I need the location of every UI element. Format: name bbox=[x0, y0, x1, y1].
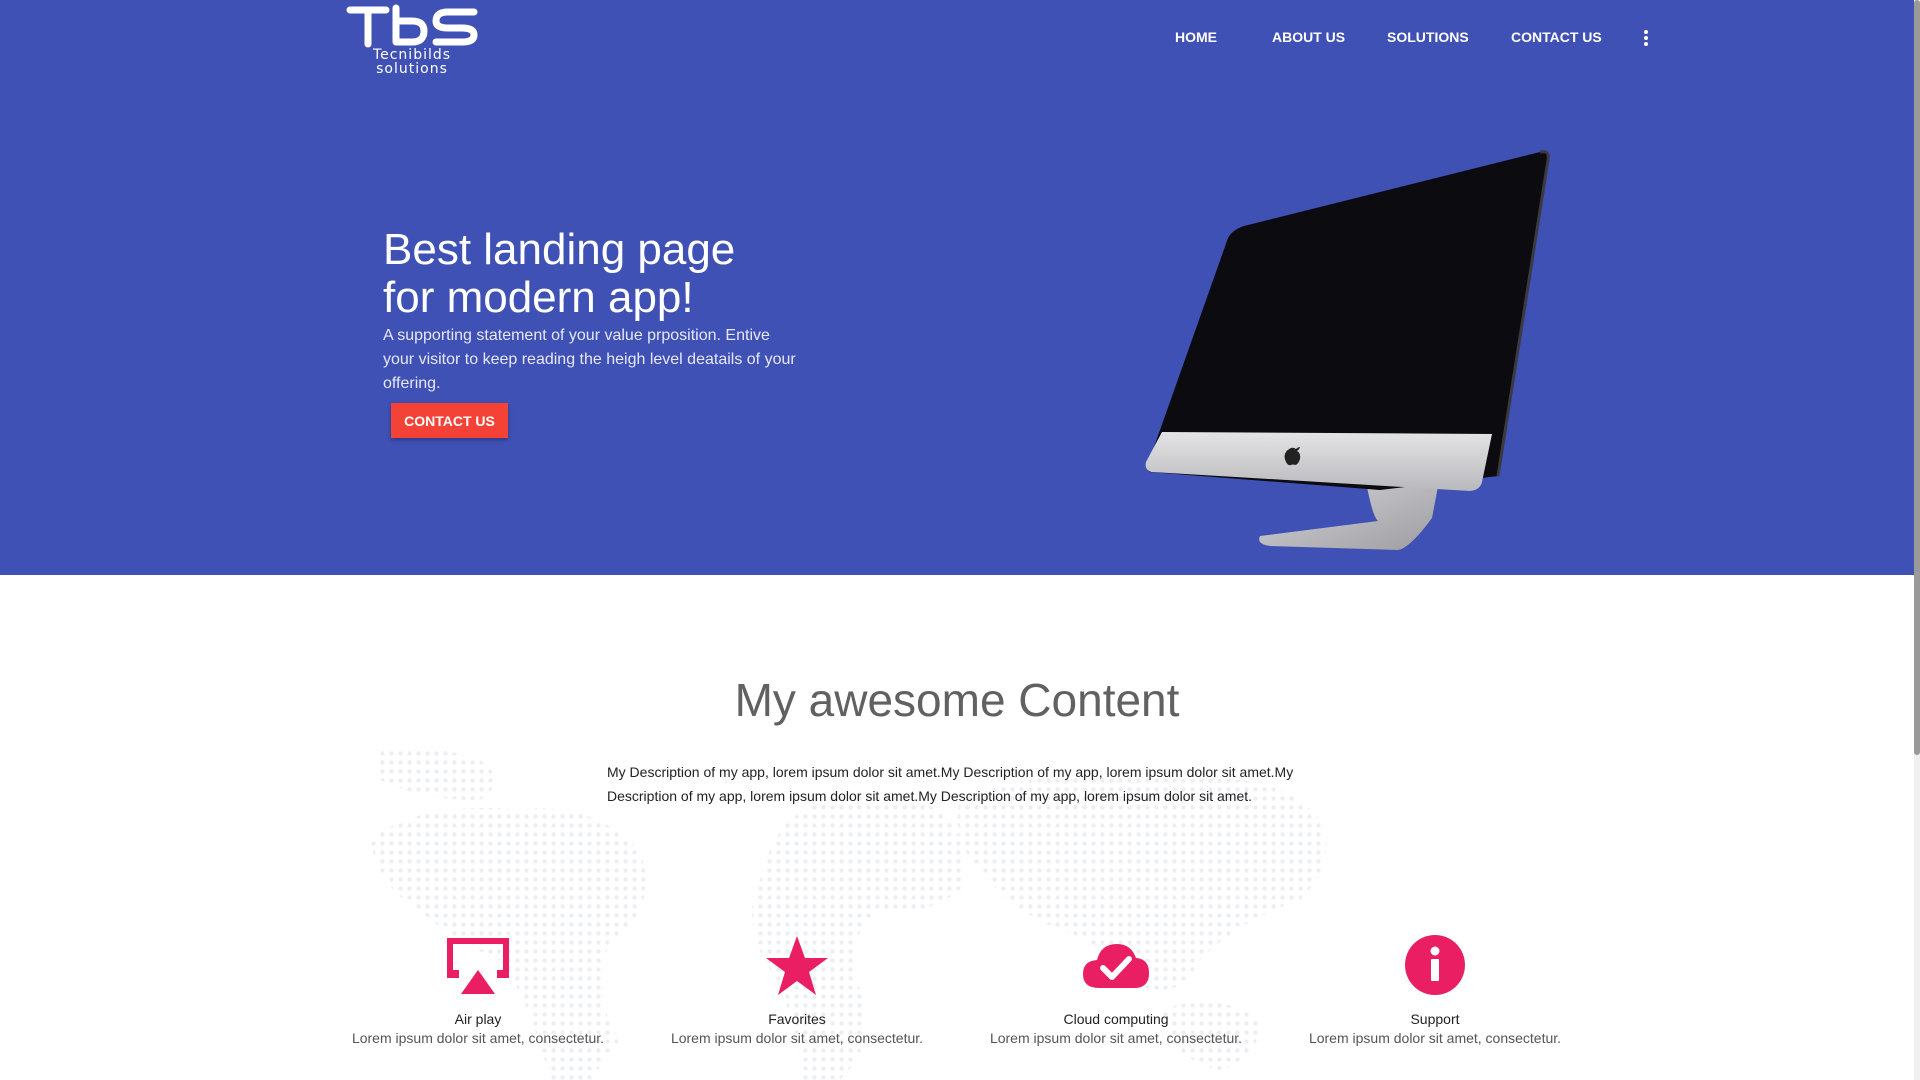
hero-section: Tecnibilds solutions HOME ABOUT US SOLUT… bbox=[0, 0, 1914, 575]
feature-description: Lorem ipsum dolor sit amet, consectetur. bbox=[670, 1030, 924, 1046]
content-description: My Description of my app, lorem ipsum do… bbox=[607, 764, 1294, 804]
hero-title: Best landing page for modern app! bbox=[383, 226, 843, 322]
airplay-icon bbox=[447, 938, 509, 994]
nav-home[interactable]: HOME bbox=[1175, 29, 1217, 45]
page-scrollbar[interactable] bbox=[1914, 0, 1920, 1080]
nav-contact-us[interactable]: CONTACT US bbox=[1511, 29, 1602, 45]
logo-line-2: solutions bbox=[376, 61, 448, 77]
brand-logo[interactable]: Tecnibilds solutions bbox=[346, 4, 478, 82]
more-vert-icon[interactable] bbox=[1642, 30, 1650, 50]
logo-mark bbox=[346, 4, 478, 48]
info-icon bbox=[1405, 935, 1465, 995]
feature-cloud-computing: Cloud computing Lorem ipsum dolor sit am… bbox=[976, 934, 1256, 1048]
landing-page: Tecnibilds solutions HOME ABOUT US SOLUT… bbox=[0, 0, 1914, 1080]
hero-subtitle: A supporting statement of your value prp… bbox=[383, 327, 796, 392]
feature-title: Favorites bbox=[768, 1011, 826, 1027]
scrollbar-thumb[interactable] bbox=[1914, 0, 1920, 755]
content-title: My awesome Content bbox=[734, 674, 1180, 726]
star-icon bbox=[766, 936, 828, 995]
feature-air-play: Air play Lorem ipsum dolor sit amet, con… bbox=[338, 934, 618, 1048]
nav-about-us[interactable]: ABOUT US bbox=[1272, 29, 1345, 45]
feature-title: Cloud computing bbox=[1063, 1011, 1169, 1027]
feature-favorites: Favorites Lorem ipsum dolor sit amet, co… bbox=[657, 934, 937, 1048]
feature-description: Lorem ipsum dolor sit amet, consectetur. bbox=[351, 1030, 605, 1046]
hero-title-line-2: for modern app! bbox=[383, 273, 694, 322]
nav-solutions[interactable]: SOLUTIONS bbox=[1387, 29, 1469, 45]
feature-title: Support bbox=[1410, 1011, 1460, 1027]
logo-line-1: Tecnibilds bbox=[372, 47, 452, 63]
imac-image bbox=[1145, 150, 1550, 550]
hero-title-line-1: Best landing page bbox=[383, 225, 736, 274]
hero-contact-button[interactable]: CONTACT US bbox=[391, 403, 508, 438]
feature-support: Support Lorem ipsum dolor sit amet, cons… bbox=[1295, 934, 1575, 1048]
feature-title: Air play bbox=[454, 1011, 502, 1027]
feature-description: Lorem ipsum dolor sit amet, consectetur. bbox=[1308, 1030, 1562, 1046]
cloud-done-icon bbox=[1083, 944, 1149, 988]
feature-description: Lorem ipsum dolor sit amet, consectetur. bbox=[989, 1030, 1243, 1046]
